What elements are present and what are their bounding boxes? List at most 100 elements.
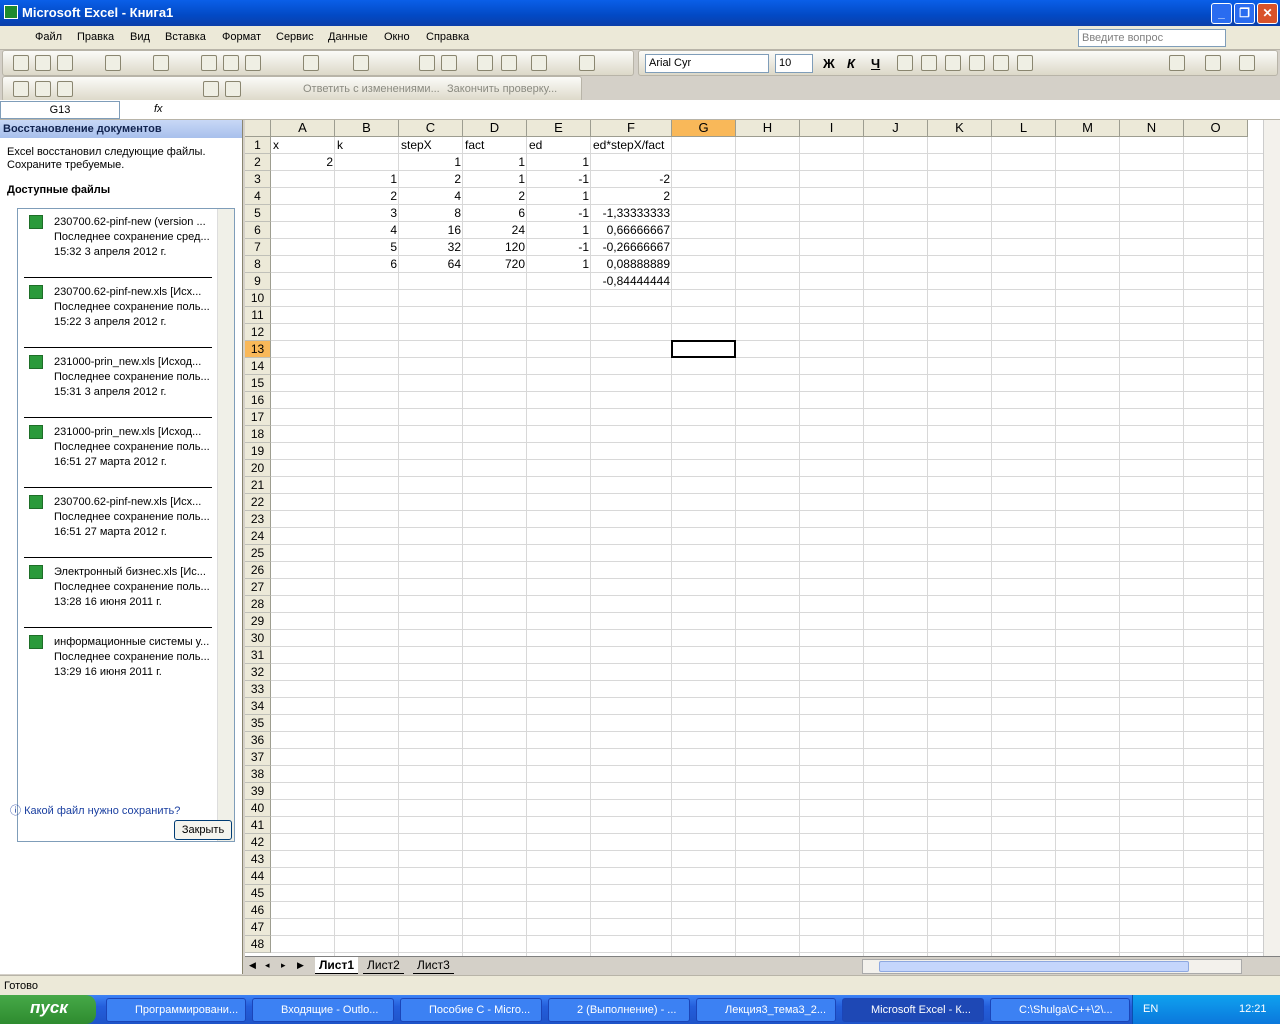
font-size-select[interactable]: 10 (775, 54, 813, 73)
cell[interactable]: 1 (463, 154, 527, 171)
column-header[interactable]: N (1120, 120, 1184, 137)
row-header[interactable]: 30 (245, 630, 271, 647)
maximize-button[interactable]: ❐ (1234, 3, 1255, 24)
row-header[interactable]: 25 (245, 545, 271, 562)
reply-icon[interactable] (57, 81, 73, 97)
row-header[interactable]: 2 (245, 154, 271, 171)
row-header[interactable]: 6 (245, 222, 271, 239)
cell[interactable]: 4 (335, 222, 399, 239)
file-item[interactable]: 231000-prin_new.xls [Исход... Последнее с… (24, 355, 212, 425)
merge-center-icon[interactable] (969, 55, 985, 71)
cell[interactable]: 120 (463, 239, 527, 256)
align-left-icon[interactable] (897, 55, 913, 71)
row-header[interactable]: 39 (245, 783, 271, 800)
file-item[interactable]: информационные системы у... Последнее сох… (24, 635, 212, 705)
row-header[interactable]: 41 (245, 817, 271, 834)
row-header[interactable]: 29 (245, 613, 271, 630)
ask-question-input[interactable]: Введите вопрос (1078, 29, 1226, 47)
track-changes-icon[interactable] (203, 81, 219, 97)
row-header[interactable]: 3 (245, 171, 271, 188)
row-header[interactable]: 11 (245, 307, 271, 324)
cell[interactable]: 5 (335, 239, 399, 256)
cell[interactable]: ed (527, 137, 591, 154)
cell[interactable]: 6 (463, 205, 527, 222)
paste-icon[interactable] (245, 55, 261, 71)
print-icon[interactable] (105, 55, 121, 71)
cell[interactable]: -1 (527, 205, 591, 222)
autosum-icon[interactable] (441, 55, 457, 71)
menu-edit[interactable]: Правка (77, 31, 114, 43)
row-header[interactable]: 24 (245, 528, 271, 545)
column-header[interactable]: F (591, 120, 672, 137)
start-button[interactable]: пуск (0, 995, 96, 1024)
row-header[interactable]: 23 (245, 511, 271, 528)
row-header[interactable]: 9 (245, 273, 271, 290)
sheet-tab-1[interactable]: Лист1 (315, 957, 359, 974)
column-header[interactable]: E (527, 120, 591, 137)
borders-icon[interactable] (1169, 55, 1185, 71)
cell[interactable]: 64 (399, 256, 463, 273)
close-pane-button[interactable]: Закрыть (174, 820, 232, 840)
vertical-scrollbar[interactable] (1263, 120, 1280, 956)
row-header[interactable]: 48 (245, 936, 271, 953)
last-sheet-icon[interactable]: ▶ (297, 960, 304, 971)
row-header[interactable]: 12 (245, 324, 271, 341)
cut-icon[interactable] (201, 55, 217, 71)
row-header[interactable]: 20 (245, 460, 271, 477)
menu-help[interactable]: Справка (426, 31, 469, 43)
cell[interactable]: 2 (591, 188, 672, 205)
taskbar-item[interactable]: Лекция3_тема3_2... (696, 998, 836, 1022)
font-name-select[interactable]: Arial Cyr (645, 54, 769, 73)
horizontal-scrollbar[interactable] (862, 959, 1242, 974)
cell[interactable]: 1 (335, 171, 399, 188)
row-header[interactable]: 19 (245, 443, 271, 460)
file-item[interactable]: 230700.62-pinf-new.xls [Исх... Последнее … (24, 495, 212, 565)
menu-file[interactable]: Файл (35, 31, 62, 43)
cell[interactable]: 720 (463, 256, 527, 273)
minimize-button[interactable]: _ (1211, 3, 1232, 24)
column-header[interactable]: I (800, 120, 864, 137)
cell[interactable]: -1 (527, 239, 591, 256)
fill-color-icon[interactable] (1205, 55, 1221, 71)
cell[interactable]: 2 (271, 154, 335, 171)
cell[interactable]: -2 (591, 171, 672, 188)
chart-wizard-icon[interactable] (531, 55, 547, 71)
cell[interactable]: -0,26666667 (591, 239, 672, 256)
row-header[interactable]: 33 (245, 681, 271, 698)
name-box[interactable]: G13 (0, 101, 120, 119)
row-header[interactable]: 28 (245, 596, 271, 613)
row-header[interactable]: 7 (245, 239, 271, 256)
bold-button[interactable]: Ж (823, 56, 835, 71)
row-header[interactable]: 5 (245, 205, 271, 222)
cell[interactable]: 3 (335, 205, 399, 222)
menu-window[interactable]: Окно (384, 31, 410, 43)
row-header[interactable]: 17 (245, 409, 271, 426)
sort-ascending-icon[interactable] (477, 55, 493, 71)
row-header[interactable]: 37 (245, 749, 271, 766)
folder-icon[interactable] (13, 81, 29, 97)
cell[interactable]: 2 (463, 188, 527, 205)
row-header[interactable]: 46 (245, 902, 271, 919)
copy-icon[interactable] (223, 55, 239, 71)
row-header[interactable]: 27 (245, 579, 271, 596)
comment-icon[interactable] (225, 81, 241, 97)
help-link[interactable]: ⓘ Какой файл нужно сохранить? (10, 802, 180, 818)
selected-cell-g13[interactable] (671, 340, 736, 358)
taskbar-item[interactable]: Пособие С - Micro... (400, 998, 542, 1022)
column-header[interactable]: H (736, 120, 800, 137)
row-header[interactable]: 18 (245, 426, 271, 443)
cell[interactable]: 16 (399, 222, 463, 239)
row-header[interactable]: 36 (245, 732, 271, 749)
sheet-tab-2[interactable]: Лист2 (363, 957, 404, 974)
file-item[interactable]: 231000-prin_new.xls [Исход... Последнее с… (24, 425, 212, 495)
currency-icon[interactable] (993, 55, 1009, 71)
sort-descending-icon[interactable] (501, 55, 517, 71)
taskbar-item[interactable]: Программировани... (106, 998, 246, 1022)
row-header[interactable]: 31 (245, 647, 271, 664)
cell[interactable]: 1 (527, 222, 591, 239)
row-header[interactable]: 38 (245, 766, 271, 783)
scroll-thumb[interactable] (879, 961, 1189, 972)
first-sheet-icon[interactable]: ◀ (249, 960, 256, 971)
percent-icon[interactable] (1017, 55, 1033, 71)
cell[interactable]: fact (463, 137, 527, 154)
